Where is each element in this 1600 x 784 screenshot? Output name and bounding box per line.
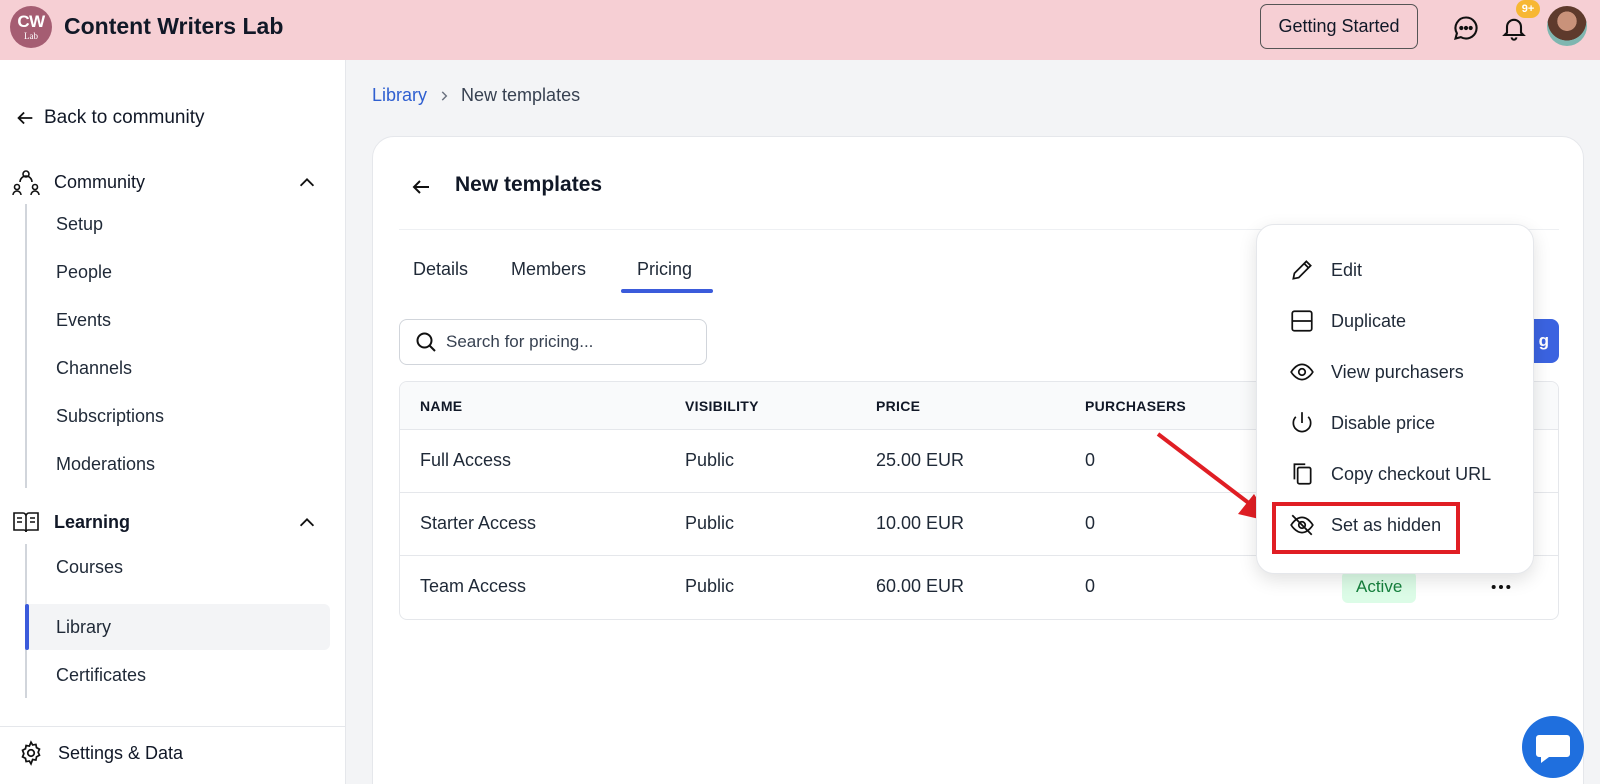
getting-started-button[interactable]: Getting Started (1260, 4, 1418, 49)
copy-icon (1293, 463, 1312, 485)
menu-item-label: Duplicate (1331, 310, 1407, 331)
community-name[interactable]: Content Writers Lab (64, 13, 283, 40)
row-price: 10.00 EUR (876, 513, 965, 533)
settings-label: Settings & Data (58, 742, 184, 763)
chevron-up-icon (299, 518, 315, 527)
menu-item-edit[interactable]: Edit (1289, 255, 1362, 285)
eye-icon (1290, 363, 1314, 381)
menu-item-disable-price[interactable]: Disable price (1289, 408, 1435, 438)
gear-icon (21, 740, 41, 766)
chat-icon[interactable] (1452, 14, 1480, 42)
sidebar: Back to community Community Setup People… (0, 60, 346, 784)
page-title: New templates (455, 173, 603, 196)
book-icon (13, 512, 39, 533)
row-name: Team Access (420, 576, 527, 596)
active-item-indicator (25, 604, 29, 650)
top-bar: CW Lab Content Writers Lab Getting Start… (0, 0, 1600, 60)
highlight-box (1272, 502, 1460, 554)
row-price: 25.00 EUR (876, 450, 965, 470)
learning-section-label: Learning (54, 511, 131, 532)
sidebar-item-certificates[interactable]: Certificates (56, 662, 146, 688)
row-price: 60.00 EUR (876, 576, 965, 596)
tab-details[interactable]: Details (413, 259, 468, 289)
pencil-icon (1292, 260, 1312, 280)
sidebar-item-events[interactable]: Events (56, 307, 111, 333)
row-visibility: Public (685, 450, 735, 470)
more-options-icon[interactable] (1490, 576, 1512, 598)
community-section-label: Community (54, 171, 146, 192)
duplicate-icon (1291, 310, 1313, 332)
sidebar-item-subscriptions[interactable]: Subscriptions (56, 403, 164, 429)
active-tab-indicator (621, 289, 713, 293)
breadcrumb-current: New templates (461, 85, 581, 105)
sidebar-item-people[interactable]: People (56, 259, 112, 285)
chat-bubble-icon (1536, 735, 1570, 763)
menu-item-view-purchasers[interactable]: View purchasers (1289, 357, 1464, 387)
search-input[interactable] (446, 332, 686, 352)
community-tree-line (25, 204, 27, 488)
support-chat-button[interactable] (1522, 716, 1584, 778)
sidebar-item-channels[interactable]: Channels (56, 355, 132, 381)
row-purchasers: 0 (1085, 450, 1096, 470)
search-icon (416, 332, 436, 352)
logo-text: CW (17, 12, 45, 31)
menu-item-label: View purchasers (1331, 361, 1464, 382)
row-visibility: Public (685, 513, 735, 533)
sidebar-item-moderations[interactable]: Moderations (56, 451, 155, 477)
notification-badge: 9+ (1516, 0, 1540, 18)
menu-item-copy-checkout-url[interactable]: Copy checkout URL (1289, 459, 1491, 489)
row-purchasers: 0 (1085, 576, 1096, 596)
sidebar-item-setup[interactable]: Setup (56, 211, 103, 237)
chevron-up-icon (299, 178, 315, 187)
breadcrumb-library-link[interactable]: Library (372, 85, 427, 106)
column-header-name: NAME (420, 398, 463, 414)
back-arrow-icon[interactable] (409, 175, 433, 199)
tab-members[interactable]: Members (511, 259, 586, 289)
menu-item-label: Copy checkout URL (1331, 463, 1492, 484)
sidebar-item-courses[interactable]: Courses (56, 554, 123, 580)
logo-subtext: Lab (24, 31, 38, 41)
breadcrumb: Library New templates (372, 85, 580, 106)
learning-section-toggle[interactable]: Learning (12, 506, 332, 538)
community-logo[interactable]: CW Lab (10, 6, 52, 48)
sidebar-item-library[interactable]: Library (56, 614, 111, 640)
back-to-community-link[interactable]: Back to community (14, 104, 205, 132)
column-header-purchasers: PURCHASERS (1085, 398, 1187, 414)
row-visibility: Public (685, 576, 735, 596)
column-header-price: PRICE (876, 398, 921, 414)
bell-icon[interactable] (1500, 14, 1528, 42)
arrow-left-icon (17, 111, 33, 125)
row-name: Starter Access (420, 513, 537, 533)
back-label: Back to community (44, 107, 205, 128)
column-header-visibility: VISIBILITY (685, 398, 759, 414)
menu-item-label: Edit (1331, 259, 1363, 280)
power-icon (1292, 412, 1312, 433)
row-purchasers: 0 (1085, 513, 1096, 533)
community-icon (12, 170, 40, 196)
row-name: Full Access (420, 450, 512, 470)
pricing-search (399, 319, 707, 365)
community-section-toggle[interactable]: Community (12, 166, 332, 198)
user-avatar[interactable] (1547, 6, 1587, 46)
status-badge: Active (1342, 571, 1417, 603)
menu-item-label: Disable price (1331, 412, 1436, 433)
settings-and-data-link[interactable]: Settings & Data (18, 740, 183, 766)
sidebar-divider (0, 726, 346, 727)
tab-pricing[interactable]: Pricing (637, 259, 692, 289)
menu-item-duplicate[interactable]: Duplicate (1289, 306, 1406, 336)
chevron-right-icon (441, 90, 448, 101)
